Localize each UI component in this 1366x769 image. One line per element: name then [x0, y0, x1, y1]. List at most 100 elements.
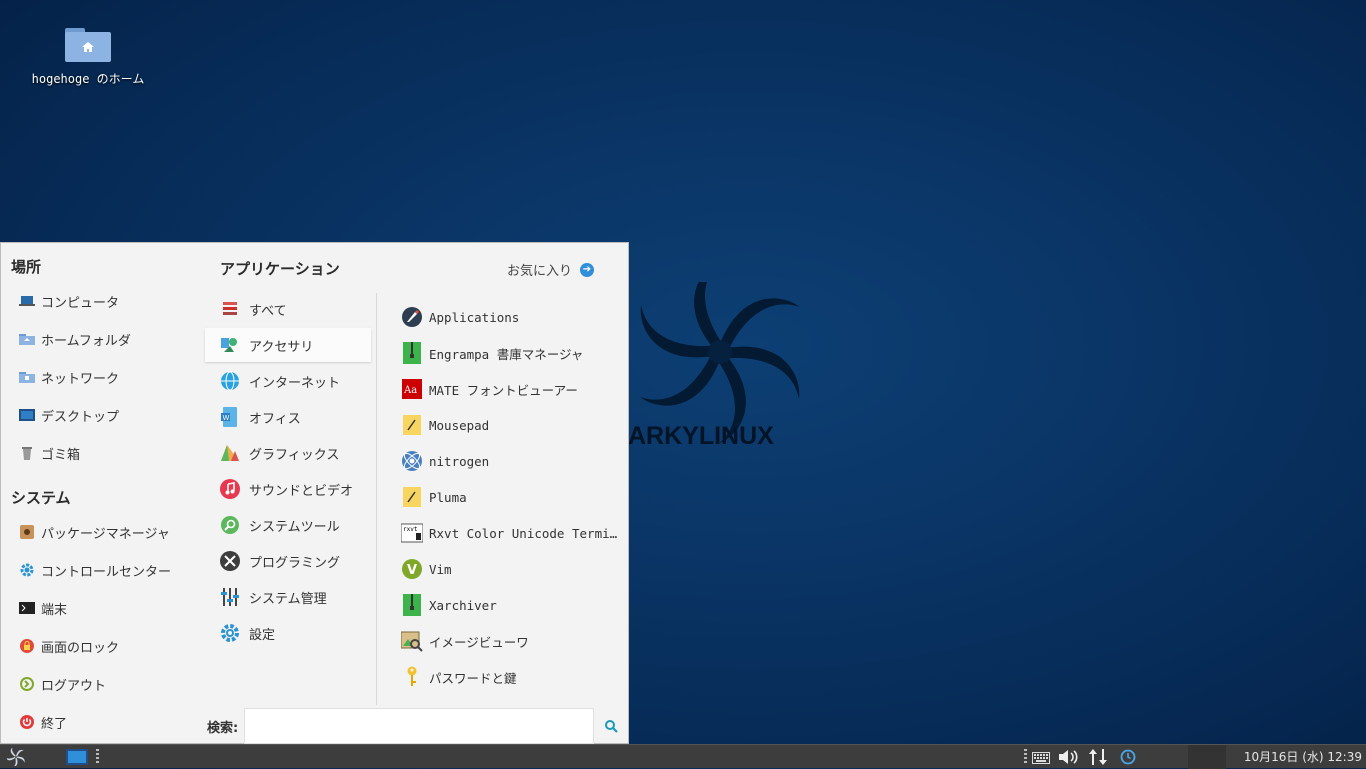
rxvt-icon: rxvt: [401, 522, 423, 544]
system-shutdown[interactable]: 終了: [19, 709, 67, 735]
place-trash[interactable]: ゴミ箱: [19, 440, 80, 466]
applications-icon: [401, 306, 423, 328]
app-vim-label: Vim: [429, 561, 452, 577]
menu-launcher-button[interactable]: [4, 745, 28, 769]
app-xarchiver-label: Xarchiver: [429, 597, 497, 613]
system-package-manager[interactable]: パッケージマネージャ: [19, 519, 170, 545]
show-desktop-button[interactable]: [64, 745, 90, 769]
lock-icon: [19, 638, 35, 654]
app-pluma-label: Pluma: [429, 489, 467, 505]
image-viewer-icon: [401, 630, 423, 652]
svg-text:rxvt: rxvt: [403, 526, 418, 533]
nitrogen-icon: [401, 450, 423, 472]
graphics-icon: [219, 442, 241, 464]
app-nitrogen-label: nitrogen: [429, 453, 490, 469]
keyboard-layout-button[interactable]: [1030, 745, 1052, 769]
place-network[interactable]: ネットワーク: [19, 364, 119, 390]
category-administration[interactable]: システム管理: [205, 580, 371, 614]
category-internet-label: インターネット: [249, 375, 341, 391]
search-button[interactable]: [597, 711, 625, 741]
system-control-center[interactable]: コントロールセンター: [19, 557, 171, 583]
update-notifier-button[interactable]: [1116, 745, 1140, 769]
network-button[interactable]: [1086, 745, 1110, 769]
app-pluma[interactable]: Pluma: [401, 482, 621, 512]
app-mousepad-label: Mousepad: [429, 417, 490, 433]
system-control-center-label: コントロールセンター: [41, 564, 172, 580]
app-rxvt-unicode-label: Rxvt Color Unicode Terminal: [429, 525, 621, 541]
system-title: システム: [11, 489, 71, 507]
place-trash-label: ゴミ箱: [41, 447, 81, 463]
panel-handle[interactable]: [94, 745, 100, 769]
category-sound-video-label: サウンドとビデオ: [249, 483, 354, 499]
category-settings[interactable]: 設定: [205, 616, 371, 650]
system-tools-icon: [219, 514, 241, 536]
tray-handle[interactable]: [1022, 745, 1028, 769]
category-sound-video[interactable]: サウンドとビデオ: [205, 472, 371, 506]
gear-icon: [19, 562, 35, 578]
category-office-label: オフィス: [249, 411, 301, 427]
favorites-link[interactable]: お気に入り ➔: [507, 260, 594, 279]
place-desktop[interactable]: デスクトップ: [19, 402, 119, 428]
all-icon: [219, 298, 241, 320]
category-system-tools[interactable]: システムツール: [205, 508, 371, 542]
home-folder-icon: [19, 331, 35, 347]
system-logout-label: ログアウト: [41, 678, 107, 694]
settings-icon: [219, 622, 241, 644]
category-accessories[interactable]: アクセサリ: [205, 328, 371, 362]
system-logout[interactable]: ログアウト: [19, 671, 106, 697]
tray-spacer: [1188, 745, 1226, 769]
app-image-viewer[interactable]: イメージビューワ: [401, 626, 621, 656]
network-folder-icon: [19, 369, 35, 385]
clock[interactable]: 10月16日 (水) 12:39: [1244, 745, 1362, 769]
category-programming[interactable]: プログラミング: [205, 544, 371, 578]
text-editor-icon: [401, 486, 423, 508]
app-image-viewer-label: イメージビューワ: [429, 634, 529, 650]
place-home-folder-label: ホームフォルダ: [41, 333, 131, 349]
search-input[interactable]: [244, 708, 594, 744]
search-label: 検索:: [207, 721, 239, 736]
volume-icon: [1059, 750, 1078, 764]
app-nitrogen[interactable]: nitrogen: [401, 446, 621, 476]
system-shutdown-label: 終了: [41, 716, 68, 732]
app-vim[interactable]: V Vim: [401, 554, 621, 584]
font-icon: Aa: [401, 378, 423, 400]
admin-icon: [219, 586, 241, 608]
app-passwords-keys[interactable]: パスワードと鍵: [401, 662, 621, 692]
category-office[interactable]: W オフィス: [205, 400, 371, 434]
logout-icon: [19, 676, 35, 692]
app-applications[interactable]: Applications: [401, 302, 621, 332]
place-computer[interactable]: コンピュータ: [19, 288, 119, 314]
app-mousepad[interactable]: Mousepad: [401, 410, 621, 440]
system-terminal[interactable]: 端末: [19, 595, 67, 621]
system-lock-screen[interactable]: 画面のロック: [19, 633, 119, 659]
network-transfer-icon: [1089, 749, 1107, 765]
place-desktop-label: デスクトップ: [41, 409, 120, 425]
category-all[interactable]: すべて: [205, 292, 371, 326]
desktop-home-folder[interactable]: hogehoge のホーム: [28, 26, 148, 87]
svg-text:Aa: Aa: [403, 385, 417, 396]
category-all-label: すべて: [249, 303, 287, 319]
application-menu: 場所 コンピュータ ホームフォルダ ネットワーク デスクトップ ゴミ箱 システム…: [0, 242, 629, 744]
office-icon: W: [219, 406, 241, 428]
category-graphics[interactable]: グラフィックス: [205, 436, 371, 470]
applications-title: アプリケーション: [220, 260, 340, 278]
app-mate-font-viewer[interactable]: Aa MATE フォントビューアー: [401, 374, 621, 404]
search-icon: [605, 720, 618, 733]
vim-icon: V: [401, 558, 423, 580]
arrow-right-icon: ➔: [580, 262, 594, 277]
place-home-folder[interactable]: ホームフォルダ: [19, 326, 131, 352]
swirl-logo-icon: [7, 748, 25, 766]
category-internet[interactable]: インターネット: [205, 364, 371, 398]
key-icon: [401, 666, 423, 688]
svg-text:W: W: [223, 414, 230, 422]
category-administration-label: システム管理: [249, 591, 327, 607]
app-rxvt-unicode[interactable]: rxvt Rxvt Color Unicode Terminal: [401, 518, 621, 548]
menu-divider: [376, 293, 377, 705]
app-engrampa[interactable]: Engrampa 書庫マネージャ: [401, 338, 621, 368]
app-xarchiver[interactable]: Xarchiver: [401, 590, 621, 620]
volume-button[interactable]: [1056, 745, 1080, 769]
accessories-icon: [219, 334, 241, 356]
category-system-tools-label: システムツール: [249, 519, 340, 535]
system-package-manager-label: パッケージマネージャ: [41, 526, 170, 542]
terminal-icon: [19, 600, 35, 616]
